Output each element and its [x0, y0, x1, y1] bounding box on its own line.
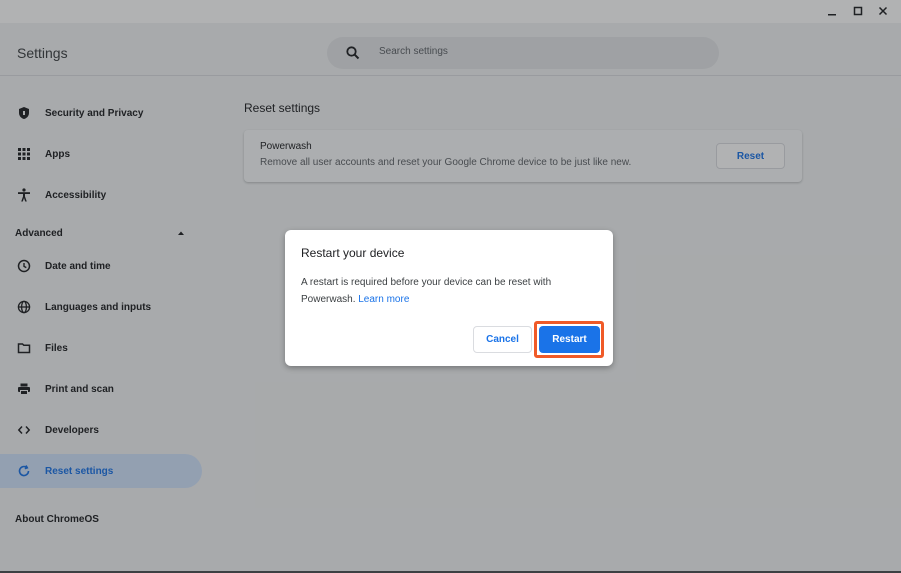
dialog-title: Restart your device — [301, 246, 405, 260]
dialog-body-line1: A restart is required before your device… — [301, 277, 552, 288]
restart-button[interactable]: Restart — [539, 326, 600, 353]
learn-more-link[interactable]: Learn more — [358, 294, 409, 305]
dialog-body-line2: Powerwash. — [301, 294, 356, 305]
cancel-button[interactable]: Cancel — [473, 326, 532, 353]
dialog-body: A restart is required before your device… — [301, 274, 597, 308]
restart-dialog: Restart your device A restart is require… — [285, 230, 613, 366]
